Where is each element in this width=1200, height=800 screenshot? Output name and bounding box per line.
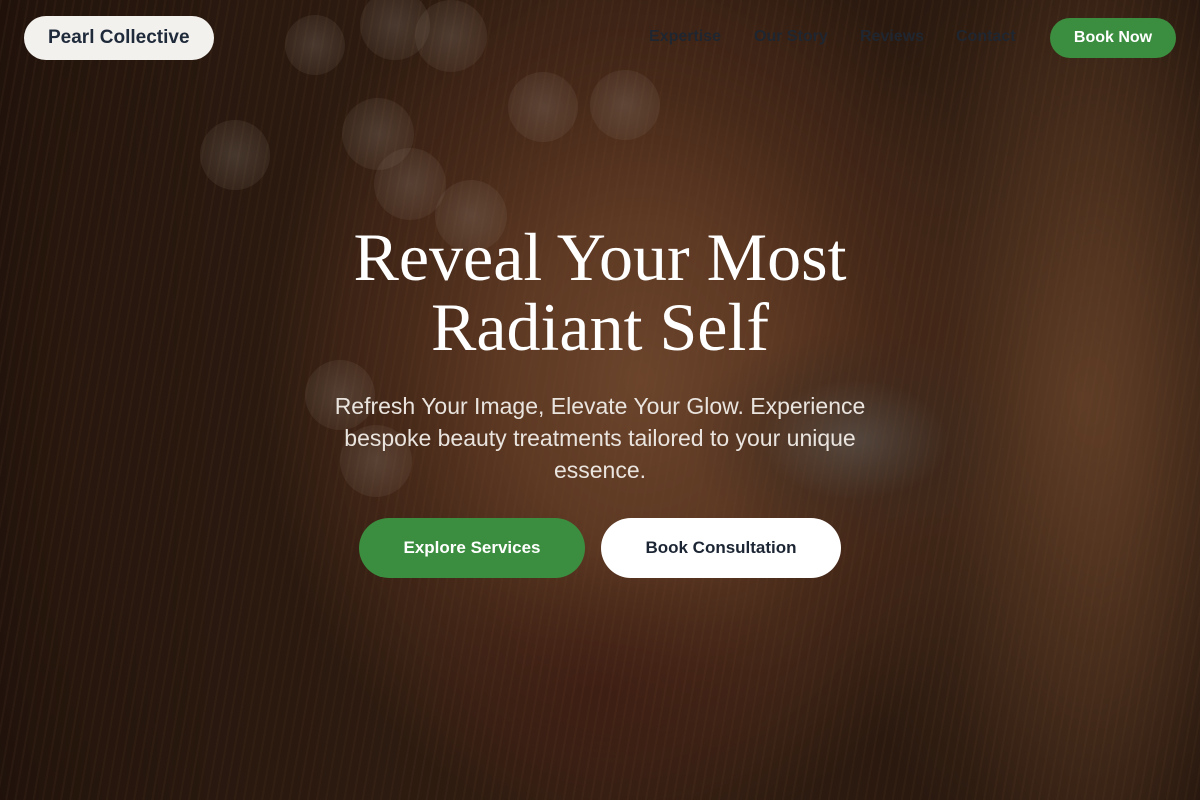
book-now-button[interactable]: Book Now — [1050, 18, 1176, 58]
main-nav: Expertise Our Story Reviews Contact Book… — [0, 0, 1200, 76]
nav-link-contact[interactable]: Contact — [956, 28, 1016, 46]
hero-headline: Reveal Your Most Radiant Self — [200, 222, 1000, 362]
hero-headline-line-1: Reveal Your Most — [353, 219, 847, 295]
book-consultation-button[interactable]: Book Consultation — [601, 518, 841, 578]
nav-link-expertise[interactable]: Expertise — [649, 28, 721, 46]
nav-link-reviews[interactable]: Reviews — [860, 28, 924, 46]
hero-headline-line-2: Radiant Self — [430, 289, 770, 365]
hero-subtitle: Refresh Your Image, Elevate Your Glow. E… — [334, 393, 866, 483]
nav-link-our-story[interactable]: Our Story — [754, 28, 828, 46]
explore-services-button[interactable]: Explore Services — [359, 518, 585, 578]
